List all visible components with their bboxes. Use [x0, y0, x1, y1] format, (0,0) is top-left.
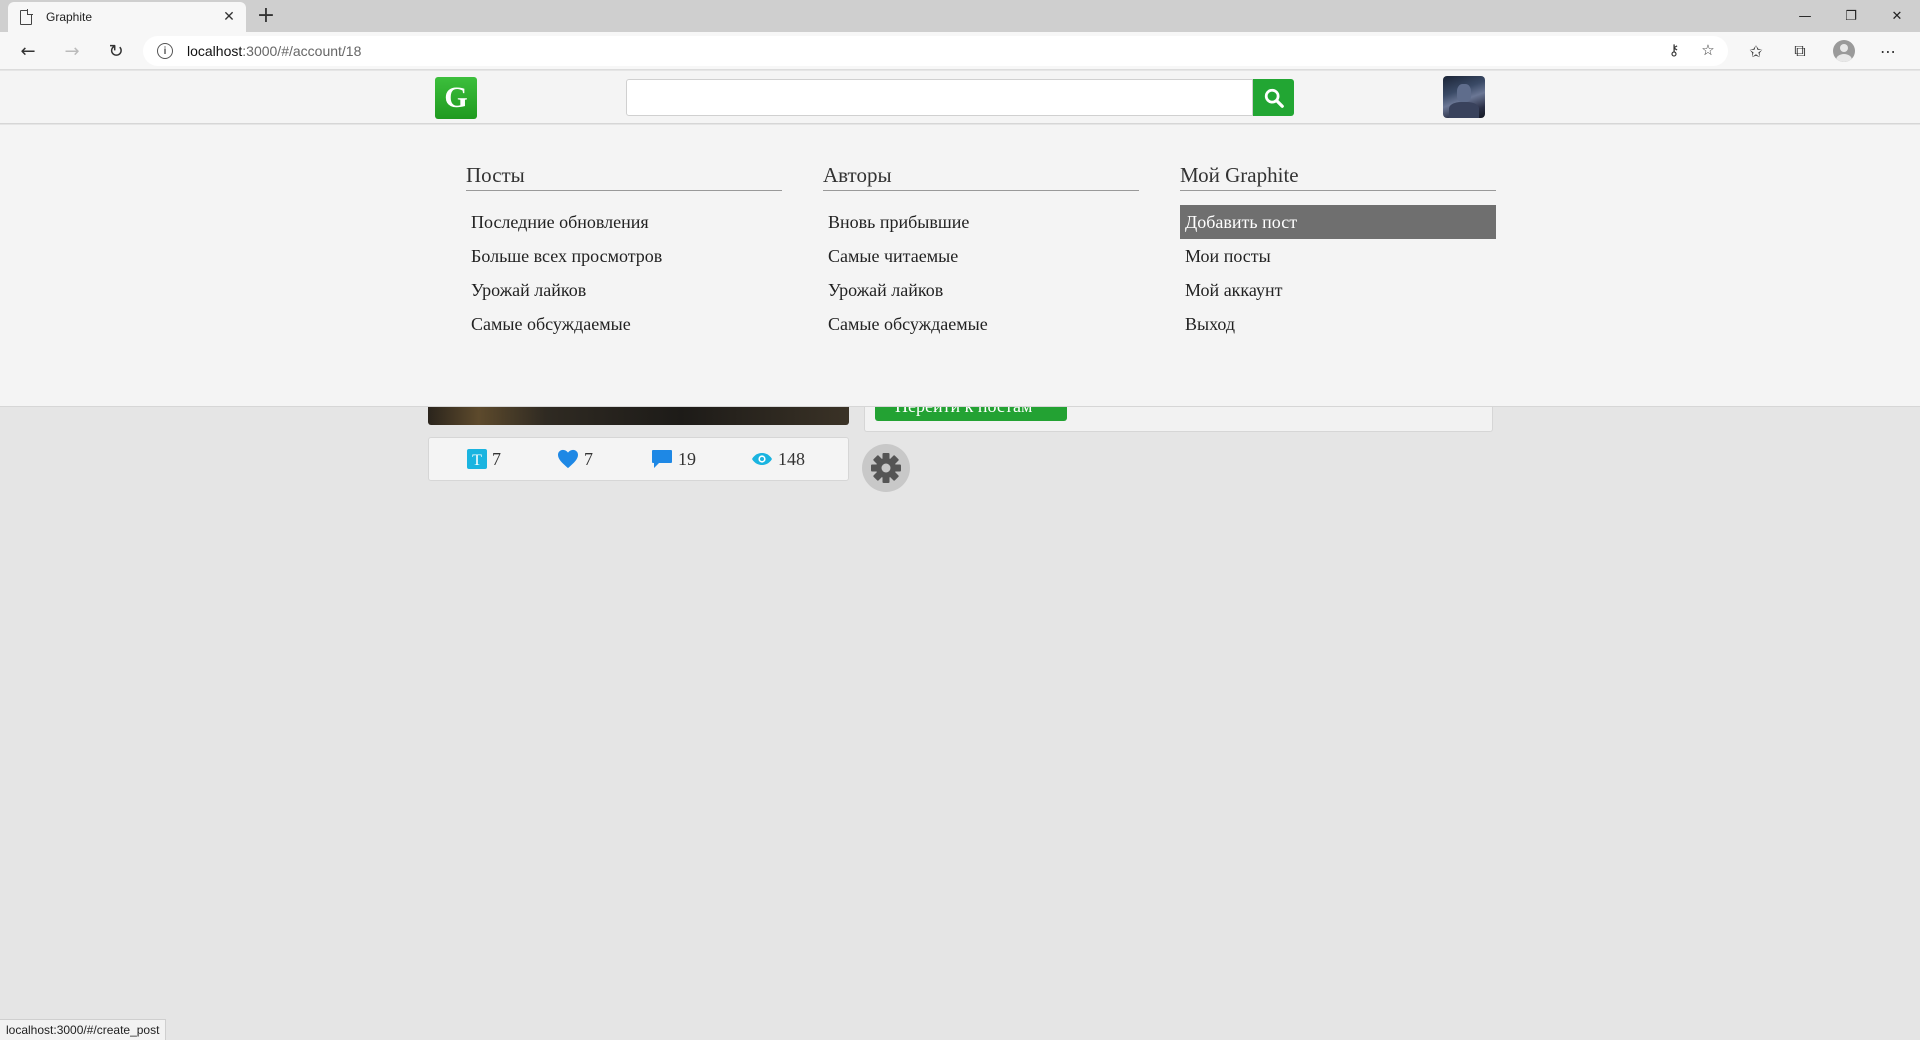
window-controls: — ❐ ✕	[1782, 0, 1920, 32]
back-arrow-icon: ←	[20, 40, 36, 62]
menu-item-add-post[interactable]: Добавить пост	[1180, 205, 1496, 239]
info-icon[interactable]: i	[157, 43, 173, 59]
menu-item-my-posts[interactable]: Мои посты	[1180, 239, 1496, 273]
refresh-button[interactable]: ↻	[100, 35, 132, 67]
tab-title: Graphite	[46, 10, 93, 24]
site-logo[interactable]: G	[435, 77, 477, 119]
user-avatar[interactable]	[1443, 76, 1485, 118]
stat-comments-value: 19	[678, 448, 696, 469]
stat-likes-value: 7	[584, 448, 593, 469]
browser-tab-bar: Graphite ✕ + — ❐ ✕	[0, 0, 1920, 32]
page-icon	[20, 8, 33, 25]
forward-arrow-icon: →	[64, 40, 80, 62]
new-tab-button[interactable]: +	[253, 3, 279, 29]
goto-posts-label: Перейти к постам	[895, 407, 1032, 417]
dropdown-menu-panel: Посты Последние обновления Больше всех п…	[0, 125, 1920, 407]
star-add-icon[interactable]: ☆	[1698, 41, 1718, 59]
collections-icon[interactable]: ⧉	[1784, 41, 1816, 61]
stat-views-value: 148	[778, 448, 805, 469]
menu-column-title: Посты	[466, 163, 782, 191]
stat-comments: 19	[651, 438, 696, 480]
menu-item-my-account[interactable]: Мой аккаунт	[1180, 273, 1496, 307]
menu-item-logout[interactable]: Выход	[1180, 307, 1496, 341]
svg-text:T: T	[472, 452, 482, 469]
menu-item-most-read[interactable]: Самые читаемые	[823, 239, 1139, 273]
back-button[interactable]: ←	[12, 35, 44, 67]
menu-item-latest-updates[interactable]: Последние обновления	[466, 205, 782, 239]
forward-button[interactable]: →	[56, 35, 88, 67]
account-info-card: Перейти к постам	[864, 407, 1493, 432]
gear-icon	[871, 453, 901, 483]
search-icon	[1264, 88, 1284, 108]
menu-column-title: Мой Graphite	[1180, 163, 1496, 191]
heart-icon	[558, 449, 578, 469]
site-header: G	[0, 71, 1920, 124]
text-post-icon: T	[467, 449, 487, 469]
menu-item-most-liked-authors[interactable]: Урожай лайков	[823, 273, 1139, 307]
menu-item-most-discussed-authors[interactable]: Самые обсуждаемые	[823, 307, 1139, 341]
address-bar[interactable]: i localhost:3000/#/account/18 ⚷ ☆	[143, 36, 1728, 66]
search-input[interactable]	[626, 79, 1253, 116]
refresh-icon: ↻	[108, 40, 124, 62]
tab-close-icon[interactable]: ✕	[220, 9, 238, 25]
menu-column-posts: Посты Последние обновления Больше всех п…	[466, 163, 782, 341]
toolbar-actions: ✩ ⧉ ⋯	[1740, 35, 1904, 67]
status-bar-url: localhost:3000/#/create_post	[0, 1019, 167, 1040]
url-path: :3000/#/account/18	[242, 43, 362, 59]
eye-icon	[752, 453, 772, 465]
profile-icon[interactable]	[1833, 40, 1855, 62]
post-image	[428, 407, 849, 425]
stat-likes: 7	[557, 438, 593, 480]
more-icon[interactable]: ⋯	[1872, 42, 1904, 61]
goto-posts-button[interactable]: Перейти к постам	[875, 407, 1067, 421]
browser-toolbar: ← → ↻ i localhost:3000/#/account/18 ⚷ ☆ …	[0, 32, 1920, 70]
minimize-button[interactable]: —	[1782, 0, 1828, 32]
key-icon[interactable]: ⚷	[1664, 41, 1684, 59]
menu-column-authors: Авторы Вновь прибывшие Самые читаемые Ур…	[823, 163, 1139, 341]
menu-column-title: Авторы	[823, 163, 1139, 191]
address-bar-actions: ⚷ ☆	[1664, 41, 1718, 59]
stat-views: 148	[751, 438, 805, 480]
comment-icon	[652, 450, 672, 468]
url-host: localhost	[187, 43, 243, 59]
close-window-button[interactable]: ✕	[1874, 0, 1920, 32]
favorites-icon[interactable]: ✩	[1740, 42, 1772, 61]
browser-tab[interactable]: Graphite ✕	[8, 2, 246, 32]
restore-button[interactable]: ❐	[1828, 0, 1874, 32]
settings-button[interactable]	[862, 444, 910, 492]
menu-item-most-viewed[interactable]: Больше всех просмотров	[466, 239, 782, 273]
stat-posts-value: 7	[492, 448, 501, 469]
stats-bar: T 7 7 19 148	[428, 437, 849, 481]
menu-item-most-liked-posts[interactable]: Урожай лайков	[466, 273, 782, 307]
search-button[interactable]	[1253, 79, 1294, 116]
stat-posts: T 7	[467, 438, 501, 480]
menu-column-my-graphite: Мой Graphite Добавить пост Мои посты Мой…	[1180, 163, 1496, 341]
menu-item-newcomers[interactable]: Вновь прибывшие	[823, 205, 1139, 239]
menu-item-most-discussed-posts[interactable]: Самые обсуждаемые	[466, 307, 782, 341]
